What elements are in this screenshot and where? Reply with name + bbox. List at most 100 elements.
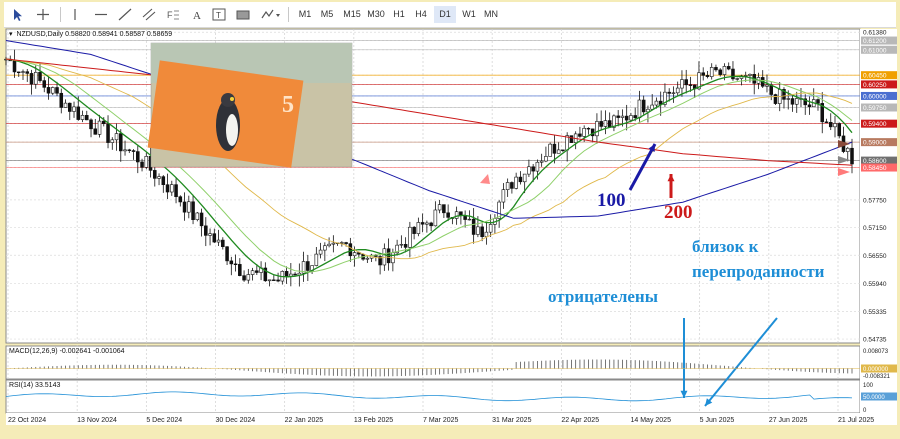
- candle-body: [85, 115, 89, 121]
- candle-body: [446, 212, 450, 218]
- candle-body: [824, 121, 829, 123]
- chart-header: ▾ NZDUSD,Daily 0.58820 0.58941 0.58587 0…: [9, 30, 172, 38]
- candle-body: [501, 189, 506, 203]
- price-tick-label: 0.61380: [863, 30, 887, 37]
- candle-body: [250, 270, 255, 275]
- candle-body: [845, 147, 850, 152]
- candle-body: [416, 222, 421, 234]
- candle-body: [484, 231, 489, 238]
- candle-body: [246, 274, 251, 281]
- candle-body: [25, 71, 30, 74]
- candle-body: [471, 218, 476, 235]
- candle-body: [208, 233, 212, 236]
- candle-body: [229, 260, 234, 265]
- candle-body: [709, 67, 714, 77]
- candle-body: [548, 143, 552, 157]
- candle-body: [272, 279, 276, 281]
- date-tick-label: 21 Jul 2025: [838, 417, 874, 424]
- candle-body: [773, 94, 778, 104]
- candle-body: [161, 176, 166, 185]
- candle-body: [794, 98, 799, 105]
- candle-body: [433, 209, 438, 227]
- candle-body: [323, 245, 327, 251]
- candle-body: [586, 127, 591, 130]
- candle-body: [67, 102, 72, 112]
- date-tick-label: 22 Apr 2025: [561, 417, 599, 424]
- candle-body: [233, 263, 238, 266]
- candle-body: [314, 253, 319, 266]
- rsi-scale-top: 100: [863, 383, 874, 389]
- candle-body: [352, 252, 357, 257]
- price-tick-label: 0.57750: [863, 197, 887, 204]
- candle-body: [578, 133, 582, 137]
- candle-body: [714, 67, 718, 71]
- candle-body: [72, 106, 76, 112]
- candle-body: [684, 79, 688, 86]
- candle-body: [522, 173, 527, 183]
- candle-body: [599, 121, 603, 127]
- header-triangle-icon: ▾: [9, 31, 13, 38]
- price-chart[interactable]: 22 Oct 2024 13 Nov 2024 5 Dec 2024 30 Dec 2…: [0, 0, 900, 439]
- date-tick-label: 31 Mar 2025: [492, 417, 531, 424]
- candle-body: [748, 74, 752, 76]
- candle-body: [531, 166, 535, 172]
- candle-body: [238, 264, 242, 276]
- ma200-annotation: 200: [664, 202, 693, 223]
- candle-body: [16, 71, 21, 74]
- rsi-scale-mid: 50.0000: [863, 395, 885, 401]
- candle-body: [488, 224, 493, 233]
- candle-body: [837, 123, 842, 137]
- candle-body: [735, 78, 739, 80]
- candle-body: [616, 115, 620, 118]
- candle-body: [624, 115, 629, 121]
- candle-body: [174, 184, 178, 198]
- candle-body: [340, 242, 344, 244]
- candle-body: [731, 68, 735, 80]
- ma100-annotation: 100: [597, 190, 626, 211]
- candle-body: [552, 143, 557, 154]
- candle-body: [705, 75, 710, 77]
- candle-body: [284, 271, 289, 277]
- candle-body: [255, 270, 259, 273]
- candle-body: [786, 98, 791, 100]
- negative-annotation: отрицателены: [548, 287, 658, 306]
- candle-body: [650, 104, 654, 110]
- candle-body: [722, 66, 727, 75]
- date-tick-label: 13 Feb 2025: [354, 417, 393, 424]
- candle-body: [641, 99, 646, 113]
- level-tag-label: 0.59400: [863, 121, 887, 128]
- candle-body: [603, 120, 608, 127]
- date-tick-label: 5 Jun 2025: [700, 417, 735, 424]
- candle-body: [518, 176, 523, 183]
- candle-body: [327, 243, 331, 247]
- candle-body: [437, 204, 442, 211]
- candle-body: [59, 92, 64, 108]
- candle-body: [828, 122, 833, 128]
- candle-body: [46, 87, 51, 94]
- candle-body: [199, 212, 204, 227]
- candle-body: [399, 244, 404, 246]
- candle-body: [718, 69, 722, 75]
- macd-scale-bottom: -0.008321: [863, 374, 891, 380]
- candle-body: [80, 115, 85, 120]
- candle-body: [408, 226, 412, 248]
- level-tag-label: 0.60450: [863, 73, 887, 80]
- candle-body: [127, 149, 132, 151]
- date-tick-label: 22 Jan 2025: [285, 417, 324, 424]
- candle-body: [544, 156, 548, 162]
- candle-body: [178, 196, 183, 203]
- candle-body: [123, 149, 127, 152]
- candle-body: [42, 80, 47, 88]
- level-tag-label: 0.60250: [863, 82, 887, 89]
- candle-body: [505, 182, 510, 190]
- candle-body: [119, 133, 123, 152]
- candle-body: [97, 120, 102, 135]
- date-tick-label: 7 Mar 2025: [423, 417, 459, 424]
- candle-body: [667, 91, 671, 94]
- candle-body: [620, 115, 625, 118]
- macd-label: MACD(12,26,9) -0.002641 -0.001064: [9, 348, 125, 355]
- candle-body: [225, 246, 229, 262]
- candle-body: [454, 211, 459, 219]
- candle-body: [527, 166, 531, 175]
- candle-body: [420, 222, 425, 225]
